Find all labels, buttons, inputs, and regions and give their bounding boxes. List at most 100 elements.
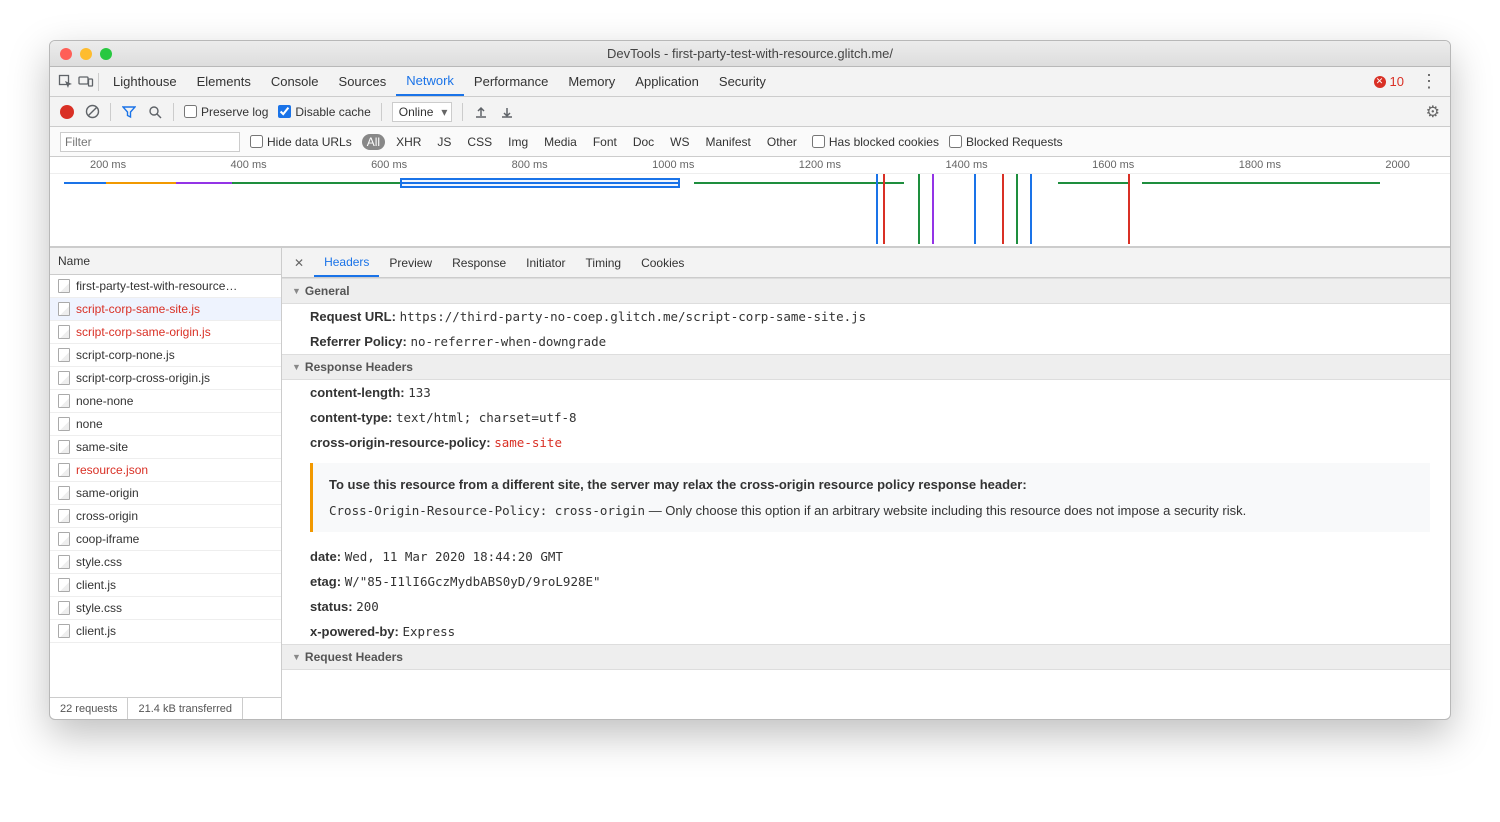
upload-har-icon[interactable] [473,104,489,120]
record-button[interactable] [60,105,74,119]
filter-input[interactable] [60,132,240,152]
filter-pill-other[interactable]: Other [762,134,802,150]
timeline-body [50,174,1450,244]
has-blocked-cookies-checkbox[interactable]: Has blocked cookies [812,135,939,149]
referrer-policy-label: Referrer Policy: [310,334,407,349]
filter-icon[interactable] [121,104,137,120]
request-list: first-party-test-with-resource… script-co… [50,275,281,697]
request-row[interactable]: coop-iframe [50,528,281,551]
divider [462,103,463,121]
tab-application[interactable]: Application [625,67,709,96]
file-icon [58,463,70,477]
request-headers-section-header[interactable]: ▼Request Headers [282,644,1450,670]
detail-tab-cookies[interactable]: Cookies [631,248,694,277]
close-detail-button[interactable]: ✕ [288,256,310,270]
tab-elements[interactable]: Elements [187,67,261,96]
filter-pill-manifest[interactable]: Manifest [701,134,756,150]
detail-tab-timing[interactable]: Timing [576,248,632,277]
disable-cache-checkbox[interactable]: Disable cache [278,105,370,119]
request-row[interactable]: client.js [50,574,281,597]
tab-console[interactable]: Console [261,67,329,96]
filter-pill-xhr[interactable]: XHR [391,134,426,150]
request-name: script-corp-none.js [76,348,175,362]
clear-icon[interactable] [84,104,100,120]
divider [110,103,111,121]
request-name: first-party-test-with-resource… [76,279,237,293]
referrer-policy-value: no-referrer-when-downgrade [410,334,606,349]
filter-pill-media[interactable]: Media [539,134,582,150]
file-icon [58,279,70,293]
file-icon [58,486,70,500]
request-row[interactable]: same-site [50,436,281,459]
hide-data-urls-checkbox[interactable]: Hide data URLs [250,135,352,149]
request-row[interactable]: script-corp-cross-origin.js [50,367,281,390]
tab-memory[interactable]: Memory [558,67,625,96]
detail-tab-response[interactable]: Response [442,248,516,277]
search-icon[interactable] [147,104,163,120]
tab-performance[interactable]: Performance [464,67,558,96]
filter-pill-doc[interactable]: Doc [628,134,659,150]
request-row[interactable]: cross-origin [50,505,281,528]
request-row[interactable]: script-corp-same-site.js [50,298,281,321]
filter-pill-js[interactable]: JS [432,134,456,150]
blocked-requests-checkbox[interactable]: Blocked Requests [949,135,1063,149]
timeline-tick: 600 ms [371,159,407,171]
date-row: date: Wed, 11 Mar 2020 18:44:20 GMT [282,544,1450,569]
tab-network[interactable]: Network [396,67,464,96]
detail-tab-initiator[interactable]: Initiator [516,248,575,277]
request-name: cross-origin [76,509,138,523]
request-row[interactable]: script-corp-same-origin.js [50,321,281,344]
tab-sources[interactable]: Sources [329,67,397,96]
errors-badge[interactable]: ✕ 10 [1374,74,1404,89]
timeline-tick: 1800 ms [1239,159,1281,171]
more-menu-icon[interactable]: ⋮ [1416,71,1442,92]
settings-icon[interactable]: ⚙ [1426,102,1440,122]
etag-row: etag: W/"85-I1lI6GczMydbABS0yD/9roL928E" [282,569,1450,594]
file-icon [58,348,70,362]
request-row[interactable]: same-origin [50,482,281,505]
request-row[interactable]: first-party-test-with-resource… [50,275,281,298]
detail-tab-preview[interactable]: Preview [379,248,442,277]
callout-title: To use this resource from a different si… [329,475,1414,495]
general-section-header[interactable]: ▼General [282,278,1450,304]
etag-label: etag: [310,574,341,589]
download-har-icon[interactable] [499,104,515,120]
inspect-element-icon[interactable] [58,74,74,90]
request-url-label: Request URL: [310,309,396,324]
request-name: coop-iframe [76,532,139,546]
timeline-overview[interactable]: 200 ms400 ms600 ms800 ms1000 ms1200 ms14… [50,157,1450,247]
timeline-tick: 1000 ms [652,159,694,171]
filter-pill-css[interactable]: CSS [462,134,497,150]
filter-pill-ws[interactable]: WS [665,134,694,150]
detail-tab-headers[interactable]: Headers [314,248,379,277]
request-row[interactable]: none [50,413,281,436]
name-column-header[interactable]: Name [50,248,281,275]
tab-lighthouse[interactable]: Lighthouse [103,67,187,96]
filter-pill-font[interactable]: Font [588,134,622,150]
request-row[interactable]: style.css [50,551,281,574]
file-icon [58,601,70,615]
throttling-dropdown[interactable]: Online [392,102,453,122]
request-row[interactable]: none-none [50,390,281,413]
preserve-log-checkbox[interactable]: Preserve log [184,105,268,119]
transferred-size: 21.4 kB transferred [128,698,243,720]
callout-body: Cross-Origin-Resource-Policy: cross-orig… [329,501,1414,521]
timeline-tick: 1200 ms [799,159,841,171]
timeline-tick: 400 ms [231,159,267,171]
response-headers-section-header[interactable]: ▼Response Headers [282,354,1450,380]
hide-data-urls-label: Hide data URLs [267,135,352,149]
filter-pill-img[interactable]: Img [503,134,533,150]
request-row[interactable]: client.js [50,620,281,643]
network-toolbar: Preserve log Disable cache Online ⚙ [50,97,1450,127]
device-toolbar-icon[interactable] [78,74,94,90]
disable-cache-label: Disable cache [295,105,370,119]
detail-body: ▼General Request URL: https://third-part… [282,278,1450,719]
request-name: style.css [76,555,122,569]
tab-security[interactable]: Security [709,67,776,96]
filter-pill-all[interactable]: All [362,134,385,150]
content-type-label: content-type: [310,410,392,425]
content-length-label: content-length: [310,385,405,400]
request-row[interactable]: style.css [50,597,281,620]
request-row[interactable]: resource.json [50,459,281,482]
request-row[interactable]: script-corp-none.js [50,344,281,367]
